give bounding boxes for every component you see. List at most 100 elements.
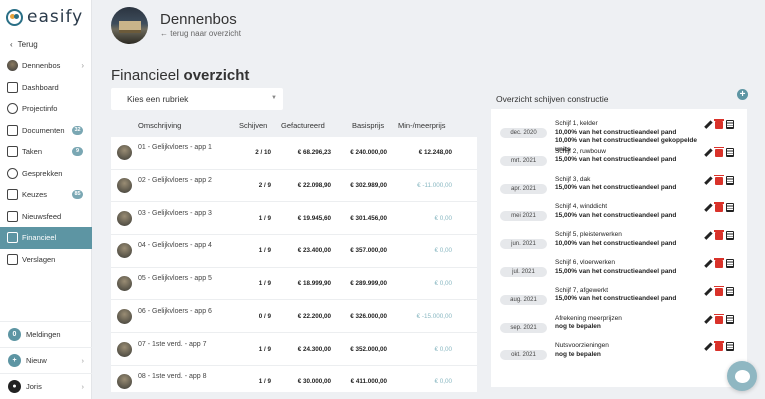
delete-trash-icon[interactable] xyxy=(714,174,724,185)
edit-pencil-icon[interactable] xyxy=(704,231,712,240)
document-icon[interactable] xyxy=(726,314,734,324)
rubric-select[interactable]: Kies een rubriek ▼ xyxy=(111,88,283,110)
document-icon[interactable] xyxy=(726,231,734,241)
schedule-item: okt. 2021 Nutsvoorzieningen nog te bepalen xyxy=(491,340,747,368)
notifications-button[interactable]: 0 Meldingen xyxy=(0,321,92,347)
document-icon[interactable] xyxy=(726,203,734,213)
table-header: Omschrijving Schijven Gefactureerd Basis… xyxy=(111,121,477,134)
edit-pencil-icon[interactable] xyxy=(704,203,712,212)
schedule-item-title: Schijf 2, ruwbouw xyxy=(555,147,606,155)
unit-name: 04 - Gelijkvloers - app 4 xyxy=(138,242,212,250)
cell-schijven: 2 / 9 xyxy=(258,182,271,190)
messenger-chat-button[interactable] xyxy=(727,361,757,391)
table-row[interactable]: 01 - Gelijkvloers - app 1 2 / 10 € 68.296,… xyxy=(111,137,477,170)
schedule-actions xyxy=(704,174,734,185)
sidebar-item-label: Verslagen xyxy=(22,254,56,264)
cell-minmeerprijs: € 12.248,00 xyxy=(418,149,452,157)
col-minmeerprijs: Min-/meerprijs xyxy=(398,121,446,130)
schedule-date-badge: mrt. 2021 xyxy=(500,155,547,166)
new-button[interactable]: + Nieuw › xyxy=(0,347,92,373)
document-icon[interactable] xyxy=(726,147,734,157)
delete-trash-icon[interactable] xyxy=(714,285,724,296)
schedule-item-title: Schijf 7, afgewerkt xyxy=(555,286,609,294)
user-menu[interactable]: ● Joris › xyxy=(0,373,92,399)
table-row[interactable]: 05 - Gelijkvloers - app 5 1 / 9 € 18.999,9… xyxy=(111,268,477,301)
unit-thumbnail xyxy=(117,374,132,390)
delete-trash-icon[interactable] xyxy=(714,230,724,241)
sidebar-item-dennenbos[interactable]: Dennenbos › xyxy=(0,55,92,77)
documents-icon xyxy=(7,124,18,136)
delete-trash-icon[interactable] xyxy=(714,202,724,213)
sidebar-item-dashboard[interactable]: Dashboard xyxy=(0,77,92,99)
sidebar-item-verslagen[interactable]: Verslagen xyxy=(0,249,92,271)
delete-trash-icon[interactable] xyxy=(714,258,724,268)
schedule-item: dec. 2020 Schijf 1, kelder 10,00% van het … xyxy=(491,118,747,153)
finance-table: 01 - Gelijkvloers - app 1 2 / 10 € 68.296,… xyxy=(111,137,477,392)
sidebar-item-taken[interactable]: Taken 9 xyxy=(0,141,92,163)
edit-pencil-icon[interactable] xyxy=(704,120,712,129)
edit-pencil-icon[interactable] xyxy=(704,315,712,324)
schedule-date-badge: okt. 2021 xyxy=(500,350,547,361)
cell-gefactureerd: € 18.999,90 xyxy=(297,280,331,288)
cell-basisprijs: € 240.000,00 xyxy=(350,149,387,157)
sidebar-item-gesprekken[interactable]: Gesprekken xyxy=(0,163,92,185)
sidebar-item-keuzes[interactable]: Keuzes 85 xyxy=(0,184,92,206)
sidebar-item-nieuwsfeed[interactable]: Nieuwsfeed xyxy=(0,206,92,228)
table-row[interactable]: 04 - Gelijkvloers - app 4 1 / 9 € 23.400,0… xyxy=(111,235,477,268)
edit-pencil-icon[interactable] xyxy=(704,259,712,268)
schedule-item-text: Schijf 6, vloerwerken 15,00% van het cons… xyxy=(555,259,705,276)
document-icon[interactable] xyxy=(726,175,734,185)
sidebar-item-label: Nieuwsfeed xyxy=(22,211,62,221)
sidebar-back-link[interactable]: ‹ Terug xyxy=(10,40,38,49)
table-row[interactable]: 06 - Gelijkvloers - app 6 0 / 9 € 22.200,0… xyxy=(111,301,477,334)
schedule-item-title: Schijf 4, winddicht xyxy=(555,203,608,211)
unit-name: 08 - 1ste verd. - app 8 xyxy=(138,373,207,381)
unit-thumbnail xyxy=(117,210,132,226)
cell-gefactureerd: € 30.000,00 xyxy=(297,378,331,386)
edit-pencil-icon[interactable] xyxy=(704,287,712,296)
finance-icon xyxy=(7,232,18,244)
table-row[interactable]: 03 - Gelijkvloers - app 3 1 / 9 € 19.945,6… xyxy=(111,202,477,236)
back-to-overview-link[interactable]: ← terug naar overzicht xyxy=(160,29,241,38)
add-schedule-button[interactable]: + xyxy=(737,89,748,100)
edit-pencil-icon[interactable] xyxy=(704,176,712,185)
schedule-item: aug. 2021 Schijf 7, afgewerkt 15,00% van h… xyxy=(491,285,747,313)
delete-trash-icon[interactable] xyxy=(714,313,724,324)
notifications-label: Meldingen xyxy=(26,330,61,339)
edit-pencil-icon[interactable] xyxy=(704,342,712,351)
sidebar-item-label: Taken xyxy=(22,147,43,157)
document-icon[interactable] xyxy=(726,259,734,268)
sidebar-item-documenten[interactable]: Documenten 32 xyxy=(0,120,92,142)
table-row[interactable]: 07 - 1ste verd. - app 7 1 / 9 € 24.300,00 €… xyxy=(111,333,477,366)
delete-trash-icon[interactable] xyxy=(714,146,724,157)
sidebar-item-projectinfo[interactable]: Projectinfo xyxy=(0,98,92,120)
document-icon[interactable] xyxy=(726,286,734,296)
count-badge: 32 xyxy=(72,125,83,135)
document-icon[interactable] xyxy=(726,342,734,352)
count-badge: 9 xyxy=(72,147,83,157)
delete-trash-icon[interactable] xyxy=(714,119,724,129)
schedule-actions xyxy=(704,202,734,213)
table-row[interactable]: 02 - Gelijkvloers - app 2 2 / 9 € 22.098,9… xyxy=(111,170,477,203)
col-omschrijving: Omschrijving xyxy=(138,121,182,130)
edit-pencil-icon[interactable] xyxy=(704,148,712,157)
sidebar-item-label: Documenten xyxy=(22,125,65,135)
cell-minmeerprijs: € 0,00 xyxy=(434,378,452,386)
document-icon[interactable] xyxy=(726,120,734,129)
sidebar-item-label: Projectinfo xyxy=(22,104,58,114)
brand-logo[interactable]: easify xyxy=(6,7,83,27)
sidebar-item-financieel[interactable]: Financieel xyxy=(0,227,92,249)
col-gefactureerd: Gefactureerd xyxy=(281,121,325,130)
schedule-item-line: nog te bepalen xyxy=(555,350,601,358)
schedule-item-text: Schijf 3, dak 15,00% van het constructiea… xyxy=(555,176,705,193)
cell-minmeerprijs: € 0,00 xyxy=(434,280,452,288)
chat-icon xyxy=(7,167,18,179)
schedule-item: mei 2021 Schijf 4, winddicht 15,00% van he… xyxy=(491,201,747,229)
cell-schijven: 1 / 9 xyxy=(258,280,271,288)
sidebar: easify ‹ Terug Dennenbos › Dashboard Projec… xyxy=(0,0,92,399)
table-row[interactable]: 08 - 1ste verd. - app 8 1 / 9 € 30.000,00 €… xyxy=(111,366,477,392)
cell-schijven: 1 / 9 xyxy=(258,214,271,222)
schedule-actions xyxy=(704,146,734,157)
sidebar-nav: Dennenbos › Dashboard Projectinfo Documenten… xyxy=(0,55,92,270)
delete-trash-icon[interactable] xyxy=(714,341,724,352)
